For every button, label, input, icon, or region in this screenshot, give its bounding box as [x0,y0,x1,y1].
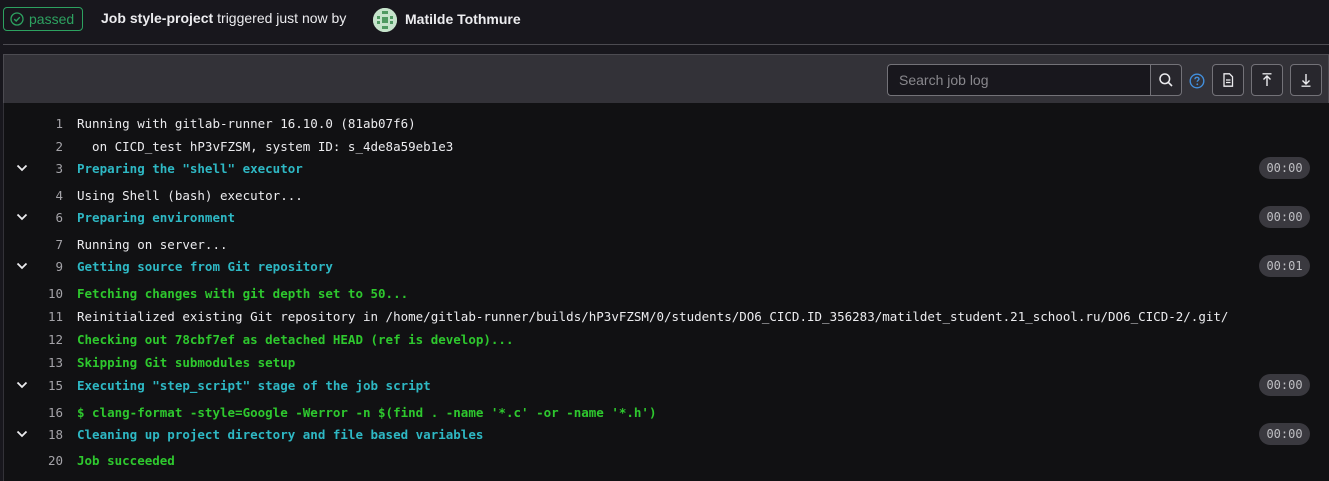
line-number[interactable]: 2 [39,139,63,154]
scroll-to-bottom-button[interactable] [1290,64,1322,96]
chevron-down-icon[interactable] [14,209,30,225]
job-log-toolbar [3,54,1329,103]
line-number[interactable]: 1 [39,116,63,131]
log-text: Running on server... [77,236,228,252]
log-section-header[interactable]: 15 Executing "step_script" stage of the j… [4,374,1329,396]
chevron-down-icon[interactable] [14,258,30,274]
scroll-to-top-button[interactable] [1251,64,1283,96]
log-line: 13 Skipping Git submodules setup [4,351,1329,373]
log-text: $ clang-format -style=Google -Werror -n … [77,404,657,420]
log-section-header[interactable]: 6 Preparing environment 00:00 [4,206,1329,228]
line-number[interactable]: 6 [39,210,63,225]
user-name-link[interactable]: Matilde Tothmure [405,11,521,27]
line-number[interactable]: 10 [39,286,63,301]
line-number[interactable]: 18 [39,427,63,442]
line-number[interactable]: 9 [39,259,63,274]
log-text: Executing "step_script" stage of the job… [77,377,431,393]
line-number[interactable]: 16 [39,405,63,420]
search-button[interactable] [1150,64,1182,96]
log-text: Job succeeded [77,452,175,468]
log-text: Running with gitlab-runner 16.10.0 (81ab… [77,115,416,131]
section-duration-badge: 00:00 [1259,374,1310,396]
line-number[interactable]: 13 [39,355,63,370]
job-prefix: Job [101,10,126,26]
search-job-log-input[interactable] [887,64,1150,96]
log-section-header[interactable]: 18 Cleaning up project directory and file… [4,423,1329,445]
log-line: 10 Fetching changes with git depth set to… [4,282,1329,304]
log-text: Getting source from Git repository [77,258,333,274]
search-icon [1159,73,1173,87]
line-number[interactable]: 20 [39,453,63,468]
log-text: Skipping Git submodules setup [77,354,296,370]
job-header: passed Job style-project triggered just … [0,0,1329,40]
line-number[interactable]: 4 [39,188,63,203]
avatar[interactable] [373,8,397,32]
log-text: Reinitialized existing Git repository in… [77,308,1229,324]
check-circle-icon [10,12,24,26]
log-line: 7 Running on server... [4,233,1329,255]
chevron-down-icon[interactable] [14,160,30,176]
log-section-header[interactable]: 9 Getting source from Git repository 00:01 [4,255,1329,277]
triggered-text: triggered just now by [217,10,347,26]
log-line: 4 Using Shell (bash) executor... [4,184,1329,206]
scroll-down-icon [1301,74,1311,87]
status-badge[interactable]: passed [3,7,84,31]
job-title: Job style-project triggered just now by [101,10,350,26]
log-line: 20 Job succeeded [4,449,1329,471]
line-number[interactable]: 12 [39,332,63,347]
status-label: passed [29,11,75,27]
line-number[interactable]: 3 [39,161,63,176]
log-text: Fetching changes with git depth set to 5… [77,285,409,301]
log-text: Using Shell (bash) executor... [77,187,303,203]
log-line: 1 Running with gitlab-runner 16.10.0 (81a… [4,112,1329,134]
log-text: on CICD_test hP3vFZSM, system ID: s_4de8… [77,138,454,154]
header-divider [3,44,1329,45]
section-duration-badge: 00:00 [1259,423,1310,445]
section-duration-badge: 00:00 [1259,206,1310,228]
document-icon [1223,73,1234,87]
log-line: 2 on CICD_test hP3vFZSM, system ID: s_4d… [4,135,1329,157]
help-icon[interactable] [1189,73,1205,89]
log-text: Preparing the "shell" executor [77,160,303,176]
section-duration-badge: 00:00 [1259,157,1310,179]
log-line: 16 $ clang-format -style=Google -Werror -… [4,401,1329,423]
job-log: 1 Running with gitlab-runner 16.10.0 (81a… [3,103,1329,481]
section-duration-badge: 00:01 [1259,255,1310,277]
log-text: Checking out 78cbf7ef as detached HEAD (… [77,331,514,347]
log-line: 11 Reinitialized existing Git repository … [4,305,1329,327]
log-text: Preparing environment [77,209,236,225]
chevron-down-icon[interactable] [14,426,30,442]
line-number[interactable]: 15 [39,378,63,393]
raw-log-button[interactable] [1212,64,1244,96]
log-section-header[interactable]: 3 Preparing the "shell" executor 00:00 [4,157,1329,179]
log-text: Cleaning up project directory and file b… [77,426,484,442]
chevron-down-icon[interactable] [14,377,30,393]
log-line: 12 Checking out 78cbf7ef as detached HEAD… [4,328,1329,350]
scroll-up-icon [1262,73,1272,86]
line-number[interactable]: 11 [39,309,63,324]
job-name-link[interactable]: style-project [130,10,213,26]
line-number[interactable]: 7 [39,237,63,252]
